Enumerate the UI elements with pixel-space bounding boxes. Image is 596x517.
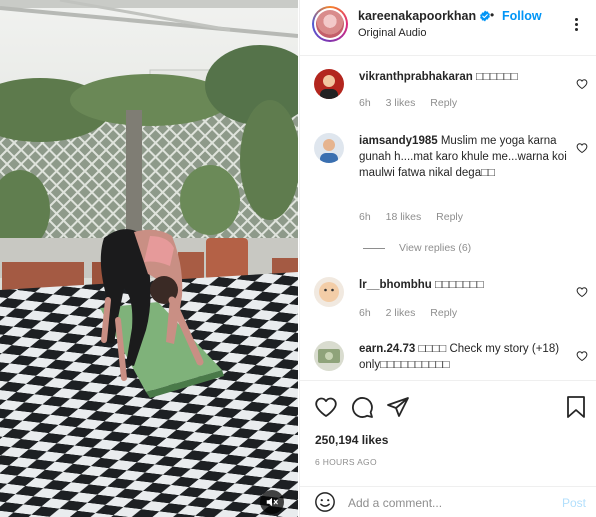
comment-likes[interactable]: 18 likes <box>386 211 422 223</box>
bookmark-icon[interactable] <box>564 395 588 419</box>
comment-icon[interactable] <box>350 395 374 419</box>
volume-muted-icon <box>266 497 278 507</box>
emoji-icon[interactable] <box>314 491 336 513</box>
comment-time[interactable]: 6h <box>359 97 371 109</box>
post-header: kareenakapoorkhan • Follow Original Audi… <box>300 0 596 56</box>
share-icon[interactable] <box>386 395 410 419</box>
commenter-avatar[interactable] <box>314 133 344 163</box>
comment-input[interactable] <box>348 493 548 513</box>
commenter-username[interactable]: lr__bhombhu <box>359 279 432 291</box>
comment-text: iamsandy1985 Muslim me yoga karna gunah … <box>359 133 569 181</box>
view-replies-label[interactable]: View replies (6) <box>399 242 471 254</box>
follow-button[interactable]: Follow <box>502 9 542 23</box>
separator-dot: • <box>490 8 495 22</box>
author-avatar[interactable] <box>312 6 348 42</box>
comment-text: vikranthprabhakaran □□□□□□ <box>359 69 569 85</box>
comment-meta: 6h 3 likes Reply <box>359 97 469 109</box>
reply-button[interactable]: Reply <box>430 97 457 109</box>
commenter-avatar[interactable] <box>314 277 344 307</box>
comment-like-heart-icon[interactable] <box>576 349 588 362</box>
view-replies-button[interactable]: View replies (6) <box>363 242 471 254</box>
reply-button[interactable]: Reply <box>430 307 457 319</box>
video-frame-illustration <box>0 0 298 517</box>
heart-icon[interactable] <box>314 395 338 419</box>
commenter-username[interactable]: iamsandy1985 <box>359 135 438 147</box>
post-video[interactable] <box>0 0 298 517</box>
comments-list[interactable]: vikranthprabhakaran □□□□□□ 6h 3 likes Re… <box>300 57 596 379</box>
more-options-icon[interactable] <box>566 14 586 34</box>
comment-text: lr__bhombhu □□□□□□□ <box>359 277 569 293</box>
commenter-avatar[interactable] <box>314 341 344 371</box>
comment-meta: 6h 2 likes Reply <box>359 307 469 319</box>
comment-like-heart-icon[interactable] <box>576 77 588 90</box>
comment-text: earn.24.73 □□□□ Check my story (+18) onl… <box>359 341 569 373</box>
view-replies-line <box>363 247 385 249</box>
volume-muted-button[interactable] <box>260 490 284 514</box>
comment-meta: 6h 18 likes Reply <box>359 211 475 223</box>
audio-label[interactable]: Original Audio <box>358 27 427 39</box>
comment-time[interactable]: 6h <box>359 211 371 223</box>
author-username[interactable]: kareenakapoorkhan <box>358 9 476 23</box>
post-time-ago[interactable]: 6 HOURS AGO <box>315 457 377 467</box>
comment-like-heart-icon[interactable] <box>576 285 588 298</box>
reply-button[interactable]: Reply <box>436 211 463 223</box>
post-details-panel: kareenakapoorkhan • Follow Original Audi… <box>299 0 596 517</box>
author-username-row[interactable]: kareenakapoorkhan <box>358 9 491 23</box>
commenter-username[interactable]: earn.24.73 <box>359 343 415 355</box>
comment-likes[interactable]: 3 likes <box>386 97 416 109</box>
commenter-username[interactable]: vikranthprabhakaran <box>359 71 473 83</box>
likes-count[interactable]: 250,194 likes <box>315 433 388 447</box>
comment-like-heart-icon[interactable] <box>576 141 588 154</box>
comment-time[interactable]: 6h <box>359 307 371 319</box>
post-actions: 250,194 likes 6 HOURS AGO <box>300 380 596 498</box>
commenter-avatar[interactable] <box>314 69 344 99</box>
comment-likes[interactable]: 2 likes <box>386 307 416 319</box>
post-comment-button[interactable]: Post <box>562 496 586 510</box>
comment-body: □□□□□□ <box>475 71 518 83</box>
comment-body: □□□□□□□ <box>435 279 484 291</box>
add-comment-bar: Post <box>300 486 596 517</box>
